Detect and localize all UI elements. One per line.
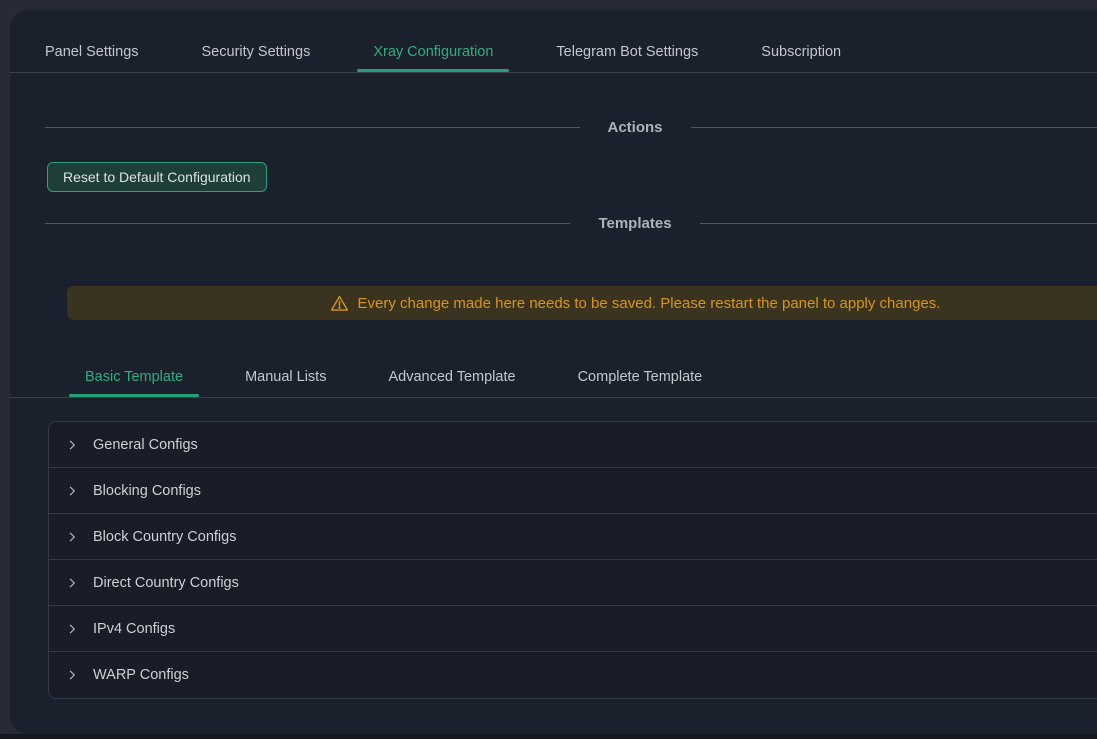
actions-divider: Actions <box>45 115 1097 139</box>
collapse-item-label: WARP Configs <box>93 667 189 683</box>
reset-default-config-button[interactable]: Reset to Default Configuration <box>47 162 267 192</box>
collapse-item-label: General Configs <box>93 437 198 453</box>
collapse-warp-configs[interactable]: WARP Configs <box>49 652 1097 698</box>
divider-line <box>45 127 580 128</box>
template-tabbar: Basic Template Manual Lists Advanced Tem… <box>10 356 1097 398</box>
actions-section-title: Actions <box>608 119 663 136</box>
actions-row: Reset to Default Configuration <box>10 162 1097 192</box>
divider-line <box>691 127 1097 128</box>
collapse-item-label: Blocking Configs <box>93 483 201 499</box>
tab-basic-template[interactable]: Basic Template <box>69 367 199 397</box>
window-bottom-edge <box>0 734 1097 739</box>
collapse-direct-country-configs[interactable]: Direct Country Configs <box>49 560 1097 606</box>
tab-security-settings[interactable]: Security Settings <box>186 42 327 72</box>
collapse-item-label: Direct Country Configs <box>93 575 239 591</box>
tab-subscription[interactable]: Subscription <box>745 42 857 72</box>
tab-xray-configuration[interactable]: Xray Configuration <box>357 42 509 72</box>
tab-telegram-bot-settings[interactable]: Telegram Bot Settings <box>540 42 714 72</box>
chevron-right-icon <box>66 439 78 451</box>
collapse-general-configs[interactable]: General Configs <box>49 422 1097 468</box>
divider-line <box>45 223 570 224</box>
templates-divider: Templates <box>45 211 1097 235</box>
chevron-right-icon <box>66 577 78 589</box>
tab-advanced-template[interactable]: Advanced Template <box>372 367 531 397</box>
collapse-blocking-configs[interactable]: Blocking Configs <box>49 468 1097 514</box>
chevron-right-icon <box>66 669 78 681</box>
templates-section-title: Templates <box>598 215 671 232</box>
tab-manual-lists[interactable]: Manual Lists <box>229 367 342 397</box>
chevron-right-icon <box>66 623 78 635</box>
warning-triangle-icon <box>330 294 349 313</box>
tab-complete-template[interactable]: Complete Template <box>562 367 719 397</box>
warning-alert: Every change made here needs to be saved… <box>67 286 1097 320</box>
collapse-block-country-configs[interactable]: Block Country Configs <box>49 514 1097 560</box>
divider-line <box>700 223 1097 224</box>
tab-panel-settings[interactable]: Panel Settings <box>29 42 155 72</box>
collapse-item-label: IPv4 Configs <box>93 621 175 637</box>
template-collapse: General Configs Blocking Configs Block C… <box>48 421 1097 699</box>
settings-card: Panel Settings Security Settings Xray Co… <box>10 10 1097 734</box>
warning-message: Every change made here needs to be saved… <box>358 295 941 312</box>
collapse-item-label: Block Country Configs <box>93 529 236 545</box>
collapse-ipv4-configs[interactable]: IPv4 Configs <box>49 606 1097 652</box>
chevron-right-icon <box>66 485 78 497</box>
main-tabbar: Panel Settings Security Settings Xray Co… <box>10 10 1097 73</box>
chevron-right-icon <box>66 531 78 543</box>
